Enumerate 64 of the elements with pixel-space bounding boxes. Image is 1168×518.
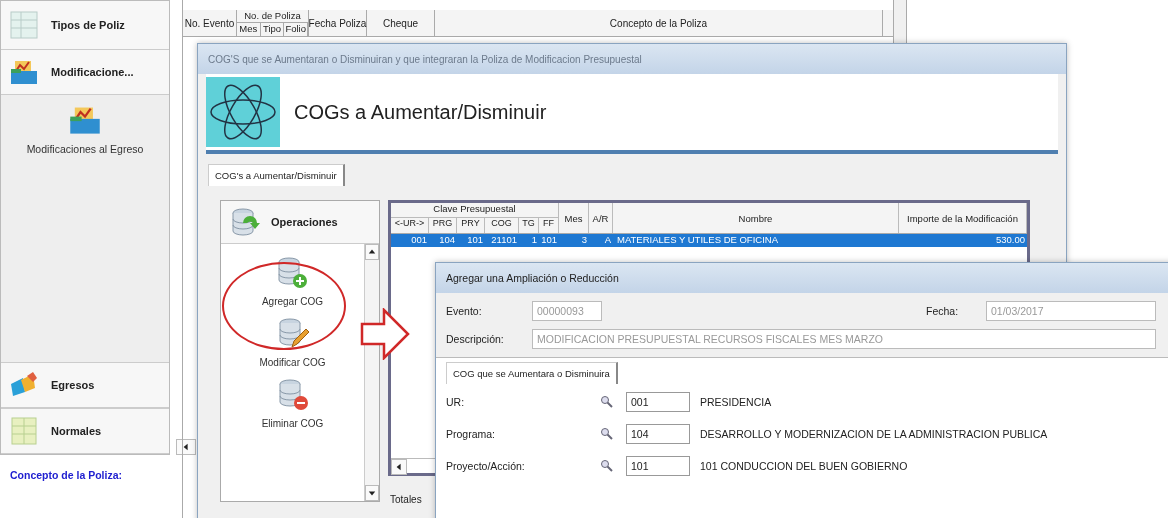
- scroll-down-button[interactable]: [365, 485, 379, 501]
- column-header: Fecha Poliza: [309, 10, 367, 36]
- column-header: Tipo: [260, 23, 285, 36]
- column-header: PRY: [457, 218, 485, 233]
- table-row[interactable]: 001 104 101 21101 1 101 3 A MATERIALES Y UTILES DE OFICINA 530.00: [391, 234, 1027, 247]
- operations-title: Operaciones: [271, 216, 338, 228]
- column-header: TG: [519, 218, 539, 233]
- column-header: Cheque: [367, 10, 435, 36]
- search-icon[interactable]: [600, 459, 614, 473]
- column-header: Folio: [284, 23, 308, 36]
- scroll-left-button[interactable]: [391, 459, 407, 475]
- search-icon[interactable]: [600, 427, 614, 441]
- column-header: No. de Poliza: [237, 10, 308, 23]
- operation-button[interactable]: Eliminar COG: [259, 376, 326, 431]
- left-arrow-icon: [182, 443, 190, 451]
- database-add-icon: [275, 256, 310, 290]
- scroll-left-button[interactable]: [176, 439, 196, 455]
- window-title: Agregar una Ampliación o Reducción: [446, 272, 619, 284]
- grid-icon: [9, 416, 39, 446]
- tab[interactable]: COG que se Aumentara o Disminuira: [446, 362, 618, 384]
- nav-item[interactable]: Modificacione...: [1, 50, 169, 95]
- database-refresh-icon: [229, 207, 263, 237]
- concept-label: Concepto de la Poliza:: [10, 469, 122, 481]
- field-label: Evento:: [446, 305, 483, 317]
- column-header: Importe de la Modificación: [899, 203, 1027, 233]
- nav-subitem[interactable]: Modificaciones al Egreso: [1, 95, 169, 163]
- description-text: DESARROLLO Y MODERNIZACION DE LA ADMINISTRACION PUBLICA: [700, 428, 1049, 440]
- column-header: COG: [485, 218, 519, 233]
- description-text: PRESIDENCIA: [700, 396, 773, 408]
- operation-button[interactable]: Modificar COG: [257, 315, 328, 370]
- field-label: Fecha:: [926, 305, 960, 317]
- column-header: Concepto de la Poliza: [435, 10, 883, 36]
- dialog-heading: COGs a Aumentar/Disminuir: [294, 100, 547, 124]
- column-header: Mes: [559, 203, 589, 233]
- field-label: Descripción:: [446, 333, 505, 345]
- tab[interactable]: COG's a Aumentar/Disminuir: [208, 164, 345, 186]
- nav-item[interactable]: Egresos: [1, 362, 169, 408]
- column-header: FF: [539, 218, 559, 233]
- table-icon: [9, 10, 39, 40]
- column-header: Nombre: [613, 203, 899, 233]
- nav-item[interactable]: Tipos de Poliz: [1, 1, 169, 50]
- field-label: Proyecto/Acción:: [446, 460, 526, 472]
- column-header: No. Evento: [183, 10, 237, 36]
- up-arrow-icon: [368, 248, 376, 256]
- window-title: COG'S que se Aumentaran o Disminuiran y que integraran la Poliza de Modificacion Presupuestal: [208, 53, 642, 65]
- totals-label: Totales: [389, 493, 423, 505]
- input-field[interactable]: 001: [626, 392, 690, 412]
- search-icon[interactable]: [600, 395, 614, 409]
- orbit-logo-icon: [206, 77, 280, 147]
- scroll-up-button[interactable]: [365, 244, 379, 260]
- nav-item[interactable]: Normales: [1, 408, 169, 454]
- input-field[interactable]: 101: [626, 456, 690, 476]
- input-field[interactable]: 104: [626, 424, 690, 444]
- column-header: PRG: [429, 218, 457, 233]
- field-label: UR:: [446, 396, 466, 408]
- column-header: A/R: [589, 203, 613, 233]
- operation-button[interactable]: Agregar COG: [259, 254, 326, 309]
- column-header: <-UR->: [391, 218, 429, 233]
- description-text: 101 CONDUCCION DEL BUEN GOBIERNO: [700, 460, 909, 472]
- column-header: Mes: [237, 23, 261, 36]
- left-arrow-icon: [395, 463, 403, 471]
- field-label: Programa:: [446, 428, 497, 440]
- down-arrow-icon: [368, 489, 376, 497]
- column-group-header: Clave Presupuestal: [391, 203, 558, 218]
